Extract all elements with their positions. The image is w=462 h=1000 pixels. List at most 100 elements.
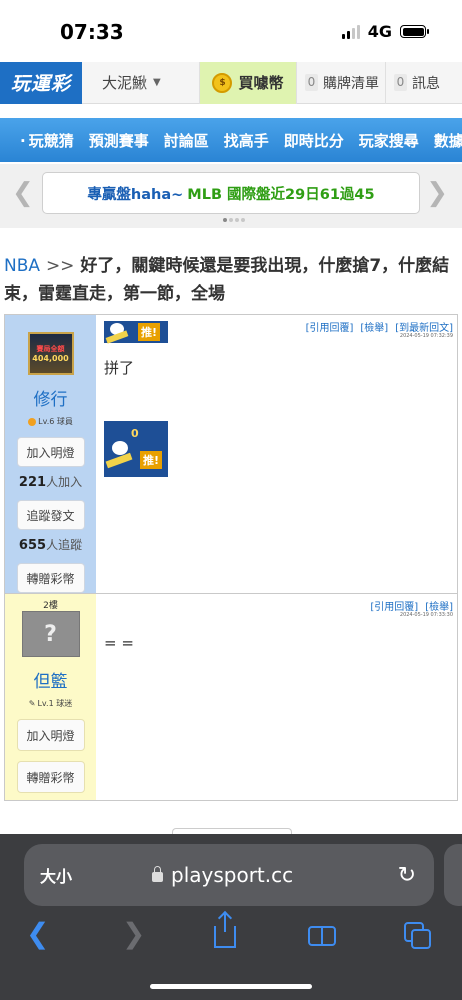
promo-text-green: MLB 國際盤近29日61過45 (187, 186, 375, 203)
status-time: 07:33 (60, 20, 124, 44)
follow-posts-button[interactable]: 追蹤發文 (16, 500, 85, 531)
site-logo[interactable]: 玩運彩 (0, 61, 82, 104)
text-size-button[interactable]: 大小 (40, 863, 72, 887)
post-content: 拼了 (104, 359, 135, 377)
add-light-button[interactable]: 加入明燈 (16, 437, 85, 468)
buy-coins-button[interactable]: $ 買噱幣 (200, 61, 296, 104)
promo-banner[interactable]: 專贏盤haha~ MLB 國際盤近29日61過45 (42, 172, 420, 214)
post: 2樓 ? 但籃 ✎ Lv.1 球迷 加入明燈 轉贈彩幣 [引用回覆] [檢舉] … (5, 594, 457, 800)
signal-icon (341, 24, 360, 39)
author-name[interactable]: 但籃 (34, 667, 68, 692)
messages-link[interactable]: 0 訊息 (385, 61, 446, 104)
latest-reply-link[interactable]: [到最新回文] (395, 319, 453, 334)
author-level: Lv.6 球員 (28, 416, 73, 427)
follow-count-suffix: 人追蹤 (46, 538, 83, 553)
menu-item-player-search[interactable]: 玩家搜尋 (359, 130, 419, 151)
follow-count-number: 655 (18, 538, 47, 554)
buy-coins-label: 買噱幣 (238, 74, 284, 92)
back-icon[interactable]: ❮ (26, 914, 49, 954)
post-actions: [引用回覆] [檢舉] (370, 598, 453, 613)
level-icon (28, 417, 37, 426)
coin-icon: $ (212, 72, 233, 93)
author-level: ✎ Lv.1 球迷 (29, 698, 72, 709)
report-link[interactable]: [檢舉] (425, 598, 453, 613)
default-avatar-icon[interactable]: ? (21, 611, 80, 657)
push-label: 推! (139, 451, 162, 469)
avatar[interactable]: 賽局全額 404,000 (27, 332, 74, 376)
floor-number: 2樓 (43, 601, 58, 611)
carousel-dots (223, 218, 245, 222)
push-label: 推! (138, 323, 161, 341)
lottery-list-link[interactable]: 0 購牌清單 (296, 61, 385, 104)
lottery-label: 購牌清單 (323, 75, 379, 92)
add-light-button[interactable]: 加入明燈 (16, 719, 85, 751)
chevron-left-icon[interactable]: ❮ (12, 178, 34, 208)
messages-count: 0 (394, 74, 407, 91)
forward-icon[interactable]: ❯ (122, 914, 145, 954)
url-text: playsport.cc (171, 863, 294, 887)
post-timestamp: 2024-05-19 07:32:39 (399, 333, 453, 339)
pencil-icon: ✎ (28, 699, 36, 708)
baseball-player-icon (104, 321, 134, 343)
post-actions: [引用回覆] [檢舉] [到最新回文] (306, 319, 453, 334)
avatar-badge-amount: 404,000 (32, 354, 69, 364)
url-display: playsport.cc (152, 863, 293, 887)
top-nav: 玩運彩 大泥鰍 ▼ $ 買噱幣 0 購牌清單 0 訊息 (0, 61, 462, 104)
breadcrumb-separator: >> (45, 256, 75, 276)
battery-icon (400, 25, 429, 38)
push-counter-button[interactable]: 0 推! (104, 421, 168, 477)
gift-coins-button[interactable]: 轉贈彩幣 (16, 761, 85, 793)
next-tab-preview[interactable] (444, 844, 462, 906)
menu-item-stats[interactable]: 數據 (434, 130, 462, 151)
push-count: 0 (131, 427, 139, 440)
caret-down-icon: ▼ (153, 77, 161, 88)
lock-icon (152, 866, 163, 882)
messages-label: 訊息 (412, 75, 440, 92)
promo-carousel: ❮ 專贏盤haha~ MLB 國際盤近29日61過45 ❯ (0, 164, 462, 228)
menu-item-forum[interactable]: 討論區 (164, 130, 209, 151)
promo-text-blue: 專贏盤haha~ (87, 186, 184, 203)
post-body: [引用回覆] [檢舉] 2024-05-19 07:33:30 = = (96, 594, 457, 800)
author-name[interactable]: 修行 (34, 385, 68, 410)
post: 賽局全額 404,000 修行 Lv.6 球員 加入明燈 221人加入 追蹤發文… (5, 315, 457, 594)
follow-count: 655人追蹤 (19, 536, 82, 553)
thread-title: NBA >> 好了，關鍵時候還是要我出現，什麼搶7，什麼結束，雷霆直走，第一節，… (4, 252, 458, 308)
light-count: 221人加入 (19, 473, 82, 490)
tabs-icon[interactable] (404, 914, 434, 954)
light-count-suffix: 人加入 (46, 475, 83, 490)
quote-reply-link[interactable]: [引用回覆] (306, 319, 354, 334)
author-level-text: Lv.6 球員 (38, 417, 73, 427)
user-menu[interactable]: 大泥鰍 ▼ (82, 61, 200, 104)
status-bar: 07:33 4G (0, 0, 462, 62)
author-level-text: Lv.1 球迷 (37, 699, 73, 708)
bookmarks-icon[interactable] (308, 914, 338, 954)
network-type: 4G (367, 22, 392, 41)
thread-category-link[interactable]: NBA (4, 256, 40, 276)
post-body: 推! [引用回覆] [檢舉] [到最新回文] 2024-05-19 07:32:… (96, 315, 457, 593)
post-list: 賽局全額 404,000 修行 Lv.6 球員 加入明燈 221人加入 追蹤發文… (4, 314, 458, 801)
baseball-player-icon (106, 441, 136, 471)
share-icon[interactable] (214, 914, 238, 954)
user-name: 大泥鰍 (102, 74, 148, 92)
gift-coins-button[interactable]: 轉贈彩幣 (16, 563, 85, 594)
browser-toolbar: ❮ ❯ (0, 914, 462, 954)
post-timestamp: 2024-05-19 07:33:30 (399, 612, 453, 618)
menu-item-experts[interactable]: 找高手 (224, 130, 269, 151)
author-panel: 2樓 ? 但籃 ✎ Lv.1 球迷 加入明燈 轉贈彩幣 (5, 594, 96, 800)
chevron-right-icon[interactable]: ❯ (426, 178, 448, 208)
lottery-count: 0 (305, 74, 318, 91)
author-panel: 賽局全額 404,000 修行 Lv.6 球員 加入明燈 221人加入 追蹤發文… (5, 315, 96, 594)
address-bar[interactable]: 大小 playsport.cc ↻ (24, 844, 434, 906)
light-count-number: 221 (18, 475, 47, 491)
menu-item-predict[interactable]: 預測賽事 (89, 130, 149, 151)
reload-icon[interactable]: ↻ (398, 863, 416, 888)
quote-reply-link[interactable]: [引用回覆] (370, 598, 418, 613)
menu-item-guess[interactable]: 玩競猜 (20, 130, 74, 151)
browser-chrome: 大小 playsport.cc ↻ ❮ ❯ (0, 834, 462, 1000)
main-menu: 玩競猜 預測賽事 討論區 找高手 即時比分 玩家搜尋 數據 (0, 118, 462, 162)
report-link[interactable]: [檢舉] (360, 319, 388, 334)
post-content: = = (104, 634, 134, 652)
home-indicator (150, 984, 312, 989)
push-button[interactable]: 推! (104, 321, 168, 343)
menu-item-live-score[interactable]: 即時比分 (284, 130, 344, 151)
